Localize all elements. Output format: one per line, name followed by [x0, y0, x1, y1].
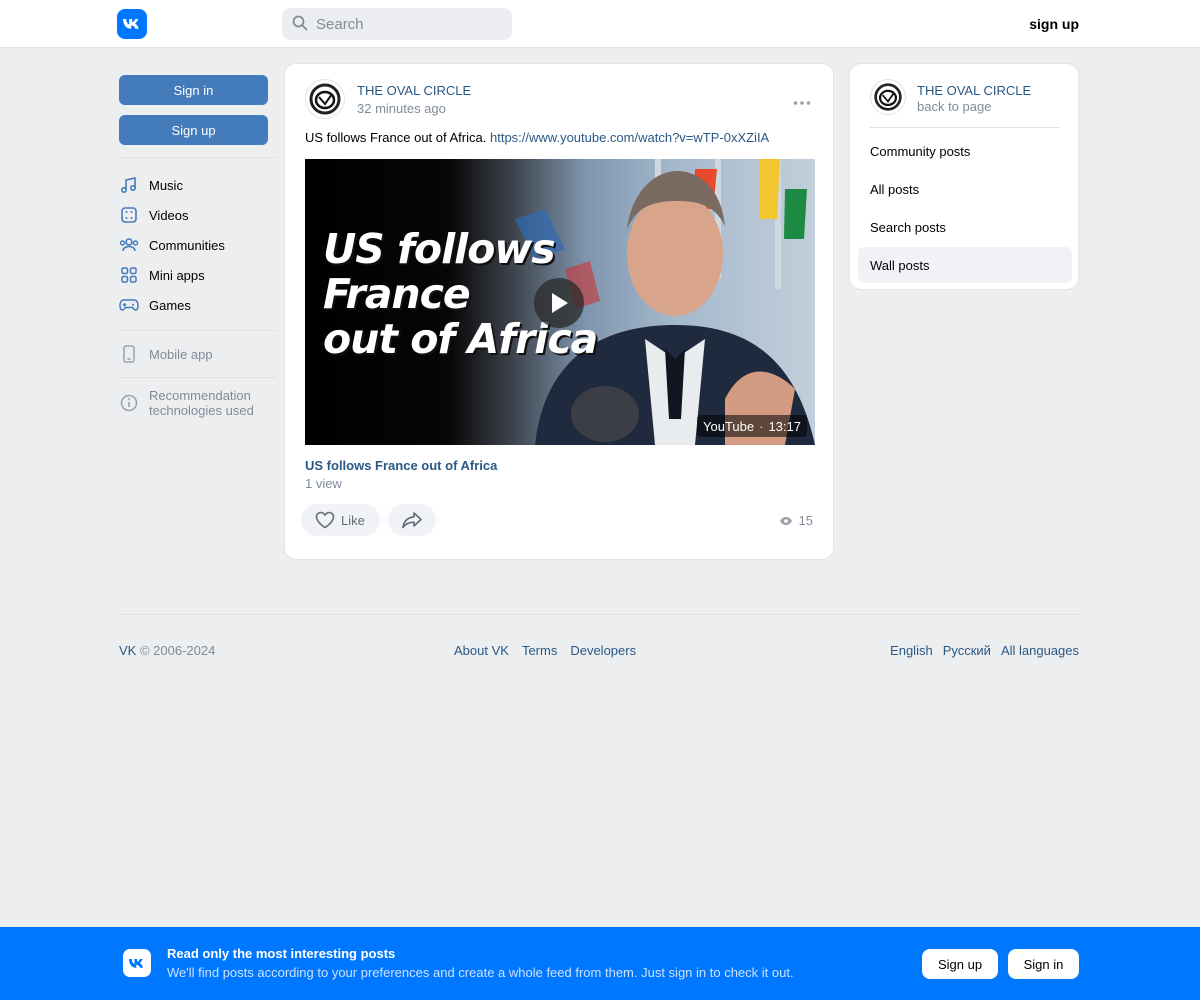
nav-item-videos[interactable]: Videos [119, 200, 276, 230]
community-name-link[interactable]: THE OVAL CIRCLE [917, 83, 1031, 98]
nav-item-label: Music [149, 177, 183, 193]
video-duration-badge: YouTube · 13:17 [697, 415, 807, 437]
footer-divider [119, 614, 1079, 615]
top-header: sign up [0, 0, 1200, 48]
community-side-panel: THE OVAL CIRCLE back to page Community p… [849, 63, 1079, 290]
like-button[interactable]: Like [301, 504, 380, 536]
banner-subtitle: We'll find posts according to your prefe… [167, 965, 794, 980]
menu-item-all-posts[interactable]: All posts [858, 171, 1072, 207]
banner-sign-in-button[interactable]: Sign in [1008, 949, 1079, 979]
overlay-line: US follows [323, 225, 556, 273]
language-all[interactable]: All languages [1001, 643, 1079, 658]
mini-apps-icon [119, 265, 139, 285]
banner-title: Read only the most interesting posts [167, 946, 396, 961]
language-english[interactable]: English [890, 643, 933, 658]
like-label: Like [341, 512, 365, 528]
header-signup-link[interactable]: sign up [1029, 16, 1079, 32]
search-icon [292, 15, 308, 34]
share-button[interactable] [388, 504, 436, 536]
divider [870, 127, 1060, 128]
menu-item-wall-posts[interactable]: Wall posts [858, 247, 1072, 283]
post-author-link[interactable]: THE OVAL CIRCLE [357, 83, 471, 98]
mobile-app-link[interactable]: Mobile app [119, 339, 276, 369]
copyright-years: © 2006-2024 [139, 643, 216, 658]
recommendation-info-link[interactable]: Recommendation technologies used [119, 388, 276, 418]
posts-filter-menu: Community posts All posts Search posts W… [858, 133, 1072, 285]
nav-item-label: Games [149, 297, 191, 313]
vk-logo-icon [123, 949, 151, 977]
heart-icon [315, 511, 335, 529]
separator-dot: · [759, 418, 764, 434]
divider [119, 330, 276, 331]
menu-item-search-posts[interactable]: Search posts [858, 209, 1072, 245]
play-icon[interactable] [534, 278, 584, 328]
footer-link-developers[interactable]: Developers [570, 643, 636, 658]
nav-item-games[interactable]: Games [119, 290, 276, 320]
community-avatar[interactable] [870, 79, 906, 115]
search-input[interactable] [316, 15, 496, 33]
eye-icon [779, 516, 793, 526]
divider [119, 377, 276, 378]
phone-icon [119, 344, 139, 364]
banner-sign-up-button[interactable]: Sign up [922, 949, 998, 979]
sign-up-button[interactable]: Sign up [119, 115, 268, 145]
sign-in-button[interactable]: Sign in [119, 75, 268, 105]
more-options-icon[interactable] [793, 94, 811, 109]
post-card: THE OVAL CIRCLE 32 minutes ago US follow… [284, 63, 834, 560]
gamepad-icon [119, 295, 139, 315]
search-box[interactable] [282, 8, 512, 40]
post-text-body: US follows France out of Africa. [305, 130, 487, 145]
post-views: 15 [779, 513, 813, 528]
post-timestamp[interactable]: 32 minutes ago [357, 101, 446, 116]
nav-item-communities[interactable]: Communities [119, 230, 276, 260]
video-view-count: 1 view [305, 476, 342, 491]
footer-link-terms[interactable]: Terms [522, 643, 557, 658]
vk-logo-icon[interactable] [117, 9, 147, 39]
recommendation-label: Recommendation technologies used [149, 388, 254, 418]
share-icon [401, 511, 423, 529]
language-russian[interactable]: Русский [943, 643, 991, 658]
divider [119, 157, 276, 158]
nav-item-music[interactable]: Music [119, 170, 276, 200]
nav-item-label: Videos [149, 207, 189, 223]
community-avatar[interactable] [305, 79, 345, 119]
video-source: YouTube [703, 418, 755, 434]
footer-link-about[interactable]: About VK [454, 643, 509, 658]
footer-vk-link[interactable]: VK [119, 643, 136, 658]
info-icon [119, 393, 139, 413]
nav-item-mini-apps[interactable]: Mini apps [119, 260, 276, 290]
post-link[interactable]: https://www.youtube.com/watch?v=wTP-0xXZ… [490, 130, 769, 145]
footer-copyright: VK © 2006-2024 [119, 643, 215, 658]
video-duration: 13:17 [768, 418, 801, 434]
communities-icon [119, 235, 139, 255]
footer-languages: English Русский All languages [890, 643, 1079, 658]
signup-banner: Read only the most interesting posts We'… [0, 927, 1200, 1000]
view-count: 15 [798, 513, 813, 528]
video-title-link[interactable]: US follows France out of Africa [305, 458, 497, 473]
video-thumbnail[interactable]: US follows France out of Africa YouTube … [305, 159, 815, 445]
nav-item-label: Mini apps [149, 267, 205, 283]
footer-links: About VK Terms Developers [454, 643, 636, 658]
mobile-app-label: Mobile app [149, 346, 213, 362]
menu-item-community-posts[interactable]: Community posts [858, 133, 1072, 169]
post-text: US follows France out of Africa. https:/… [305, 130, 769, 145]
left-sidebar: Sign in Sign up Music Videos Communities… [119, 75, 276, 418]
music-note-icon [119, 175, 139, 195]
back-to-page-link[interactable]: back to page [917, 99, 991, 114]
nav-item-label: Communities [149, 237, 225, 253]
videos-icon [119, 205, 139, 225]
